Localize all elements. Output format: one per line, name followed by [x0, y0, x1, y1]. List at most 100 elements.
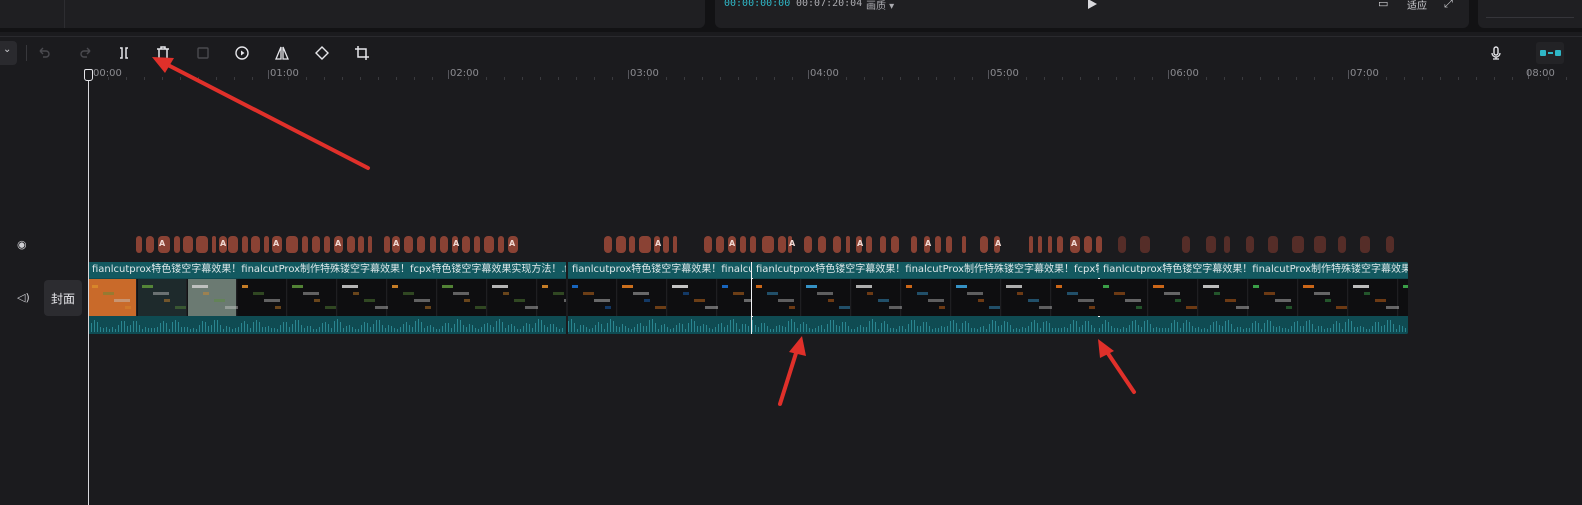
split-button[interactable]	[114, 43, 134, 63]
caption-clip[interactable]	[146, 236, 154, 253]
ruler-minor-tick	[1008, 77, 1009, 80]
eye-icon[interactable]: ◉	[17, 238, 27, 251]
redo-button[interactable]	[76, 43, 96, 63]
caption-clip[interactable]	[704, 236, 712, 253]
video-clip[interactable]: fianlcutprox特色镂空字幕效果！finalcutProx制作特殊镂空字…	[568, 262, 752, 334]
caption-clip[interactable]	[1292, 236, 1304, 253]
waveform-icon[interactable]: ▭	[1378, 0, 1388, 10]
caption-clip[interactable]	[946, 236, 952, 253]
caption-clip[interactable]	[891, 236, 899, 253]
video-clip[interactable]: fianlcutprox特色镂空字幕效果！finalcutProx制作特殊镂空字…	[1099, 262, 1408, 334]
caption-clip[interactable]	[750, 236, 756, 253]
caption-clip[interactable]	[498, 236, 504, 253]
quality-dropdown[interactable]: 画质 ▾	[866, 0, 894, 12]
caption-clip[interactable]	[1038, 236, 1042, 253]
caption-clip[interactable]	[484, 236, 494, 253]
time-ruler[interactable]: 00:00 01:00 02:00 03:00 04:00 05:00 06:00 07:00…	[0, 68, 1582, 82]
video-clip-selected[interactable]: fianlcutprox特色镂空字幕效果！finalcutProx制作特殊镂空字…	[751, 262, 1100, 334]
caption-clip[interactable]	[866, 236, 872, 253]
caption-clip[interactable]	[1314, 236, 1326, 253]
caption-clip[interactable]	[264, 236, 269, 253]
toolbar-menu-button[interactable]: ⌄	[0, 41, 17, 65]
caption-clip[interactable]	[347, 236, 355, 253]
microphone-button[interactable]	[1486, 43, 1506, 63]
caption-clip[interactable]	[136, 236, 142, 253]
caption-clip[interactable]	[762, 236, 774, 253]
crop-button[interactable]	[352, 43, 372, 63]
caption-clip[interactable]	[358, 236, 364, 253]
caption-clip[interactable]	[286, 236, 298, 253]
caption-clip[interactable]	[616, 236, 626, 253]
caption-clip[interactable]	[462, 236, 470, 253]
caption-clip[interactable]	[1048, 236, 1052, 253]
rotate-button[interactable]	[312, 43, 332, 63]
caption-clip[interactable]	[302, 236, 308, 253]
caption-clip[interactable]	[228, 236, 238, 253]
ruler-minor-tick	[1314, 77, 1315, 80]
caption-clip[interactable]	[1096, 236, 1102, 253]
caption-clip[interactable]	[183, 236, 193, 253]
caption-clip[interactable]	[1140, 236, 1150, 253]
caption-clip[interactable]	[911, 236, 917, 253]
cover-button[interactable]: 封面	[44, 280, 82, 316]
caption-clip[interactable]	[1182, 236, 1190, 253]
caption-clip[interactable]	[312, 236, 320, 253]
caption-clip[interactable]	[1057, 236, 1063, 253]
caption-clip[interactable]	[430, 236, 436, 253]
caption-clip[interactable]	[639, 236, 651, 253]
caption-clip[interactable]	[212, 236, 216, 253]
reverse-button[interactable]	[232, 43, 252, 63]
timeline-link-toggle[interactable]	[1536, 42, 1564, 64]
caption-clip[interactable]	[833, 236, 841, 253]
caption-clip[interactable]	[604, 236, 612, 253]
caption-clip[interactable]	[716, 236, 724, 253]
caption-clip[interactable]	[846, 236, 850, 253]
caption-clip[interactable]	[251, 236, 260, 253]
caption-clip[interactable]	[1224, 236, 1230, 253]
caption-clip[interactable]	[1268, 236, 1278, 253]
caption-clip[interactable]	[242, 236, 248, 253]
caption-clip[interactable]	[1338, 236, 1346, 253]
caption-clip[interactable]	[1084, 236, 1092, 253]
video-clip[interactable]: fianlcutprox特色镂空字幕效果！finalcutProx制作特殊镂空字…	[88, 262, 566, 334]
caption-clip[interactable]	[1029, 236, 1033, 253]
caption-clip[interactable]	[804, 236, 812, 253]
caption-clip[interactable]	[740, 236, 746, 253]
caption-clip[interactable]	[778, 236, 786, 253]
speaker-icon[interactable]: ◁)	[17, 291, 30, 304]
fit-button[interactable]: 适应	[1407, 0, 1427, 12]
playhead-handle[interactable]	[84, 69, 93, 81]
caption-clip[interactable]	[673, 236, 677, 253]
caption-clip[interactable]	[935, 236, 941, 253]
caption-clip[interactable]	[962, 236, 966, 253]
fullscreen-icon[interactable]: ⤢	[1444, 0, 1453, 11]
caption-clip[interactable]	[417, 236, 425, 253]
caption-clip[interactable]	[196, 236, 208, 253]
caption-clip[interactable]	[174, 236, 180, 253]
mirror-button[interactable]	[272, 43, 292, 63]
caption-clip[interactable]	[629, 236, 635, 253]
caption-clip[interactable]	[324, 236, 330, 253]
caption-clip[interactable]	[368, 236, 372, 253]
caption-clip[interactable]	[384, 236, 390, 253]
caption-clip[interactable]	[818, 236, 826, 253]
caption-clip[interactable]	[1206, 236, 1216, 253]
caption-clip[interactable]	[474, 236, 480, 253]
delete-button[interactable]	[153, 43, 173, 63]
caption-glyph: A	[273, 239, 280, 248]
caption-clip[interactable]	[1246, 236, 1254, 253]
caption-clip[interactable]	[1360, 236, 1370, 253]
ruler-minor-tick	[414, 77, 415, 80]
caption-clip[interactable]	[663, 236, 669, 253]
caption-clip[interactable]	[980, 236, 988, 253]
caption-clip[interactable]	[404, 236, 413, 253]
play-icon[interactable]	[1088, 0, 1097, 9]
caption-clip[interactable]	[880, 236, 886, 253]
freeze-button[interactable]	[193, 43, 213, 63]
caption-clip[interactable]	[440, 236, 448, 253]
undo-button[interactable]	[34, 43, 54, 63]
ruler-minor-tick	[1188, 77, 1189, 80]
caption-clip[interactable]	[1386, 236, 1394, 253]
caption-clip[interactable]	[1118, 236, 1126, 253]
ruler-minor-tick	[666, 77, 667, 80]
